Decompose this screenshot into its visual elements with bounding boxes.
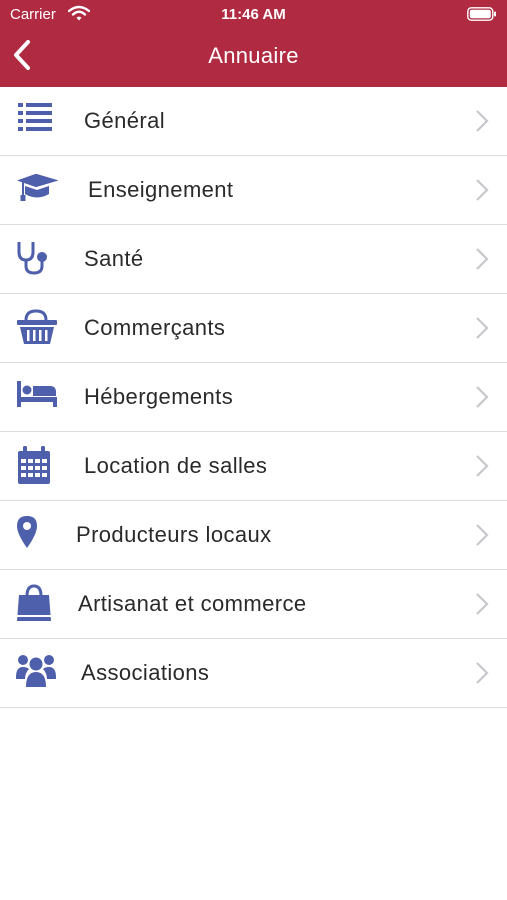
chevron-right-icon [476,524,489,546]
chevron-right-icon [476,386,489,408]
list-item-label: Général [84,108,166,133]
list-item-hebergements[interactable]: Hébergements [0,363,507,432]
basket-icon [16,308,58,348]
page-title: Annuaire [208,43,299,68]
list-item-enseignement[interactable]: Enseignement [0,156,507,225]
chevron-right-icon [476,593,489,615]
list-item-commercants[interactable]: Commerçants [0,294,507,363]
chevron-right-icon [476,455,489,477]
chevron-right-icon [476,110,489,132]
directory-list: Général Enseignement Santé Commerçants H… [0,87,507,708]
list-item-label: Location de salles [84,453,268,478]
list-item-producteurs-locaux[interactable]: Producteurs locaux [0,501,507,570]
list-item-label: Enseignement [88,177,234,202]
list-item-general[interactable]: Général [0,87,507,156]
shopping-bag-icon [16,584,58,624]
list-item-label: Producteurs locaux [76,522,272,547]
bed-icon [16,377,58,417]
stethoscope-icon [16,239,58,279]
battery-icon [467,7,496,21]
users-icon [16,653,58,693]
chevron-right-icon [476,248,489,270]
list-item-label: Artisanat et commerce [78,591,307,616]
list-item-label: Hébergements [84,384,234,409]
chevron-right-icon [476,179,489,201]
list-item-sante[interactable]: Santé [0,225,507,294]
status-time: 11:46 AM [221,6,286,23]
list-item-associations[interactable]: Associations [0,639,507,708]
map-pin-icon [16,515,58,555]
chevron-right-icon [476,662,489,684]
status-bar: Carrier 11:46 AM [0,0,507,30]
list-icon [16,101,58,141]
list-item-artisanat-commerce[interactable]: Artisanat et commerce [0,570,507,639]
chevron-right-icon [476,317,489,339]
list-item-label: Associations [81,660,210,685]
list-item-label: Santé [84,246,144,271]
graduation-cap-icon [16,170,58,210]
calendar-icon [16,446,58,486]
navigation-header: Carrier 11:46 AM Annuaire [0,0,507,87]
list-item-label: Commerçants [84,315,226,340]
list-item-location-salles[interactable]: Location de salles [0,432,507,501]
